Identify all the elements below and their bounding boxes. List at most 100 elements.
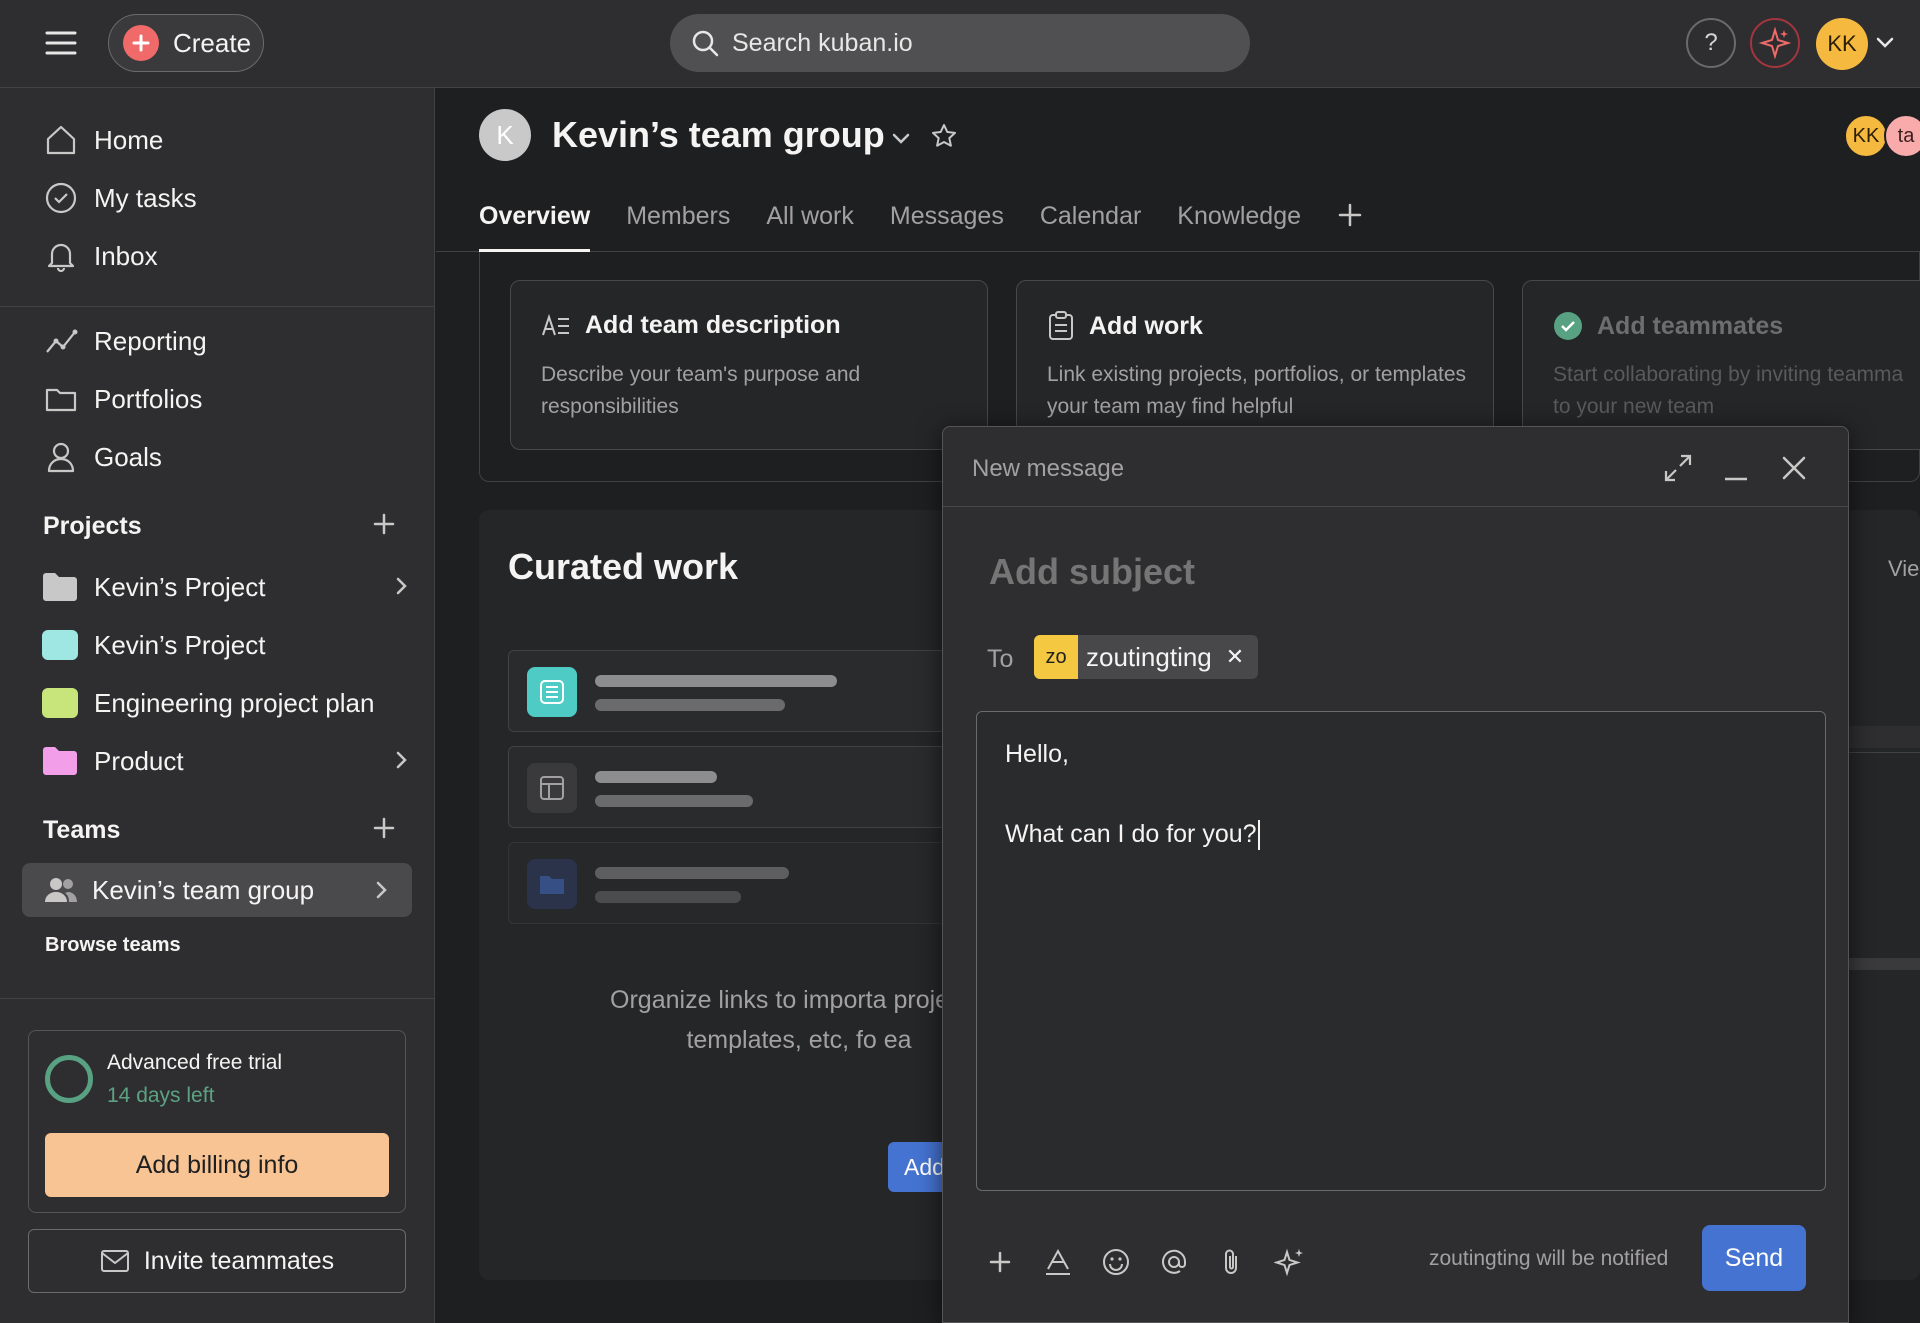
chart-line-icon [42, 322, 80, 360]
sidebar-item-inbox[interactable]: Inbox [42, 234, 158, 278]
recipient-chip[interactable]: zo zoutingting ✕ [1034, 635, 1259, 679]
folder-icon [43, 747, 77, 775]
view-all-link[interactable]: Vie [1888, 556, 1919, 582]
sidebar-item-project[interactable]: Product [42, 739, 412, 783]
chevron-down-icon[interactable] [1874, 32, 1896, 54]
search-icon [690, 28, 720, 58]
section-title: Curated work [508, 546, 739, 587]
chevron-right-icon [396, 577, 407, 595]
sidebar: Home My tasks Inbox Reporting Portfolios… [0, 88, 435, 1323]
emoji-icon[interactable] [1099, 1245, 1133, 1279]
sidebar-item-my-tasks[interactable]: My tasks [42, 176, 197, 220]
sidebar-item-label: Engineering project plan [94, 687, 375, 718]
remove-recipient-icon[interactable]: ✕ [1226, 644, 1244, 670]
sidebar-item-label: Product [94, 745, 184, 776]
dialog-title: New message [972, 455, 1125, 482]
tab-bar: Overview Members All work Messages Calen… [479, 198, 1363, 252]
dialog-header: New message [943, 427, 1848, 507]
close-icon[interactable] [1779, 453, 1809, 483]
expand-icon[interactable] [1663, 453, 1693, 483]
subject-input[interactable] [989, 551, 1789, 593]
add-work-card[interactable]: Add work Link existing projects, portfol… [1016, 280, 1494, 450]
user-avatar[interactable]: KK [1816, 18, 1868, 70]
message-body-input[interactable]: Hello, What can I do for you? [976, 711, 1826, 1191]
text-format-icon[interactable] [1041, 1245, 1075, 1279]
list-icon [527, 667, 577, 717]
sidebar-item-reporting[interactable]: Reporting [42, 319, 207, 363]
search-bar[interactable]: Search kuban.io [670, 14, 1250, 72]
card-description: Start collaborating by inviting teamma t… [1553, 363, 1904, 418]
check-circle-icon [1554, 312, 1582, 340]
folder-icon [527, 859, 577, 909]
tab-messages[interactable]: Messages [890, 198, 1004, 252]
sidebar-item-goals[interactable]: Goals [42, 435, 162, 479]
notify-text: zoutingting will be notified [1429, 1247, 1669, 1270]
plus-icon[interactable] [983, 1245, 1017, 1279]
sidebar-item-label: Portfolios [94, 383, 203, 414]
right-panel-strip [1848, 726, 1920, 748]
card-title: Add team description [585, 311, 841, 339]
right-panel-divider [1848, 958, 1920, 970]
sidebar-item-portfolios[interactable]: Portfolios [42, 377, 202, 421]
search-input[interactable]: Search kuban.io [732, 29, 913, 58]
sidebar-item-home[interactable]: Home [42, 118, 163, 162]
add-description-card[interactable]: Add team description Describe your team'… [510, 280, 988, 450]
send-button[interactable]: Send [1702, 1225, 1806, 1291]
person-icon [42, 438, 80, 476]
text-icon [542, 313, 569, 335]
add-billing-button[interactable]: Add billing info [45, 1133, 389, 1197]
tab-knowledge[interactable]: Knowledge [1177, 198, 1301, 252]
browse-teams-link[interactable]: Browse teams [45, 934, 181, 957]
chevron-right-icon [396, 751, 407, 769]
sparkle-icon [1759, 27, 1791, 59]
text-cursor [1257, 820, 1260, 851]
sidebar-item-label: Home [94, 124, 164, 155]
avatar: zo [1034, 635, 1078, 679]
sidebar-item-project[interactable]: Engineering project plan [42, 681, 412, 725]
create-button[interactable]: Create [108, 14, 264, 72]
trial-days-left: 14 days left [107, 1084, 215, 1107]
star-icon[interactable] [930, 122, 958, 150]
add-teammates-card[interactable]: Add teammates Start collaborating by inv… [1522, 280, 1920, 450]
mention-icon[interactable] [1157, 1245, 1191, 1279]
tab-calendar[interactable]: Calendar [1040, 198, 1141, 252]
sidebar-item-label: Inbox [94, 240, 158, 271]
trial-title: Advanced free trial [107, 1051, 283, 1074]
card-description: Describe your team's purpose and respons… [541, 363, 861, 418]
add-tab-icon[interactable] [1337, 202, 1363, 252]
chevron-down-icon[interactable] [890, 128, 912, 150]
ai-sparkle-button[interactable] [1750, 18, 1800, 68]
sidebar-item-project[interactable]: Kevin’s Project [42, 623, 412, 667]
placeholder-row [508, 746, 1008, 828]
new-message-dialog: New message To zo zoutingting ✕ Hello, W… [942, 426, 1849, 1323]
card-title: Add work [1089, 311, 1203, 340]
minimize-icon[interactable] [1721, 453, 1751, 483]
project-color-square [42, 630, 78, 660]
mail-icon [100, 1250, 129, 1272]
sparkle-icon[interactable] [1273, 1245, 1307, 1279]
menu-icon[interactable] [44, 26, 78, 60]
trial-card: Advanced free trial 14 days left Add bil… [28, 1030, 406, 1213]
tab-overview[interactable]: Overview [479, 198, 591, 252]
sidebar-item-team[interactable]: Kevin’s team group [22, 863, 412, 917]
sidebar-item-project[interactable]: Kevin’s Project [42, 565, 412, 609]
add-project-icon[interactable] [372, 512, 402, 542]
tab-all-work[interactable]: All work [766, 198, 854, 252]
sidebar-item-label: My tasks [94, 182, 197, 213]
tab-members[interactable]: Members [626, 198, 730, 252]
avatar[interactable]: ta [1884, 114, 1920, 158]
teams-heading[interactable]: Teams [43, 816, 120, 845]
invite-label: Invite teammates [143, 1246, 335, 1275]
add-team-icon[interactable] [372, 816, 402, 846]
sidebar-item-label: Goals [94, 441, 162, 472]
composer-toolbar [983, 1245, 1331, 1279]
avatar[interactable]: KK [1844, 114, 1888, 158]
clipboard-icon [1049, 311, 1073, 340]
projects-heading[interactable]: Projects [43, 512, 142, 541]
bell-icon [42, 237, 80, 275]
card-description: Link existing projects, portfolios, or t… [1047, 363, 1467, 418]
sidebar-item-label: Kevin’s Project [94, 571, 266, 602]
invite-teammates-button[interactable]: Invite teammates [28, 1229, 406, 1293]
help-button[interactable]: ? [1686, 18, 1736, 68]
attachment-icon[interactable] [1215, 1245, 1249, 1279]
